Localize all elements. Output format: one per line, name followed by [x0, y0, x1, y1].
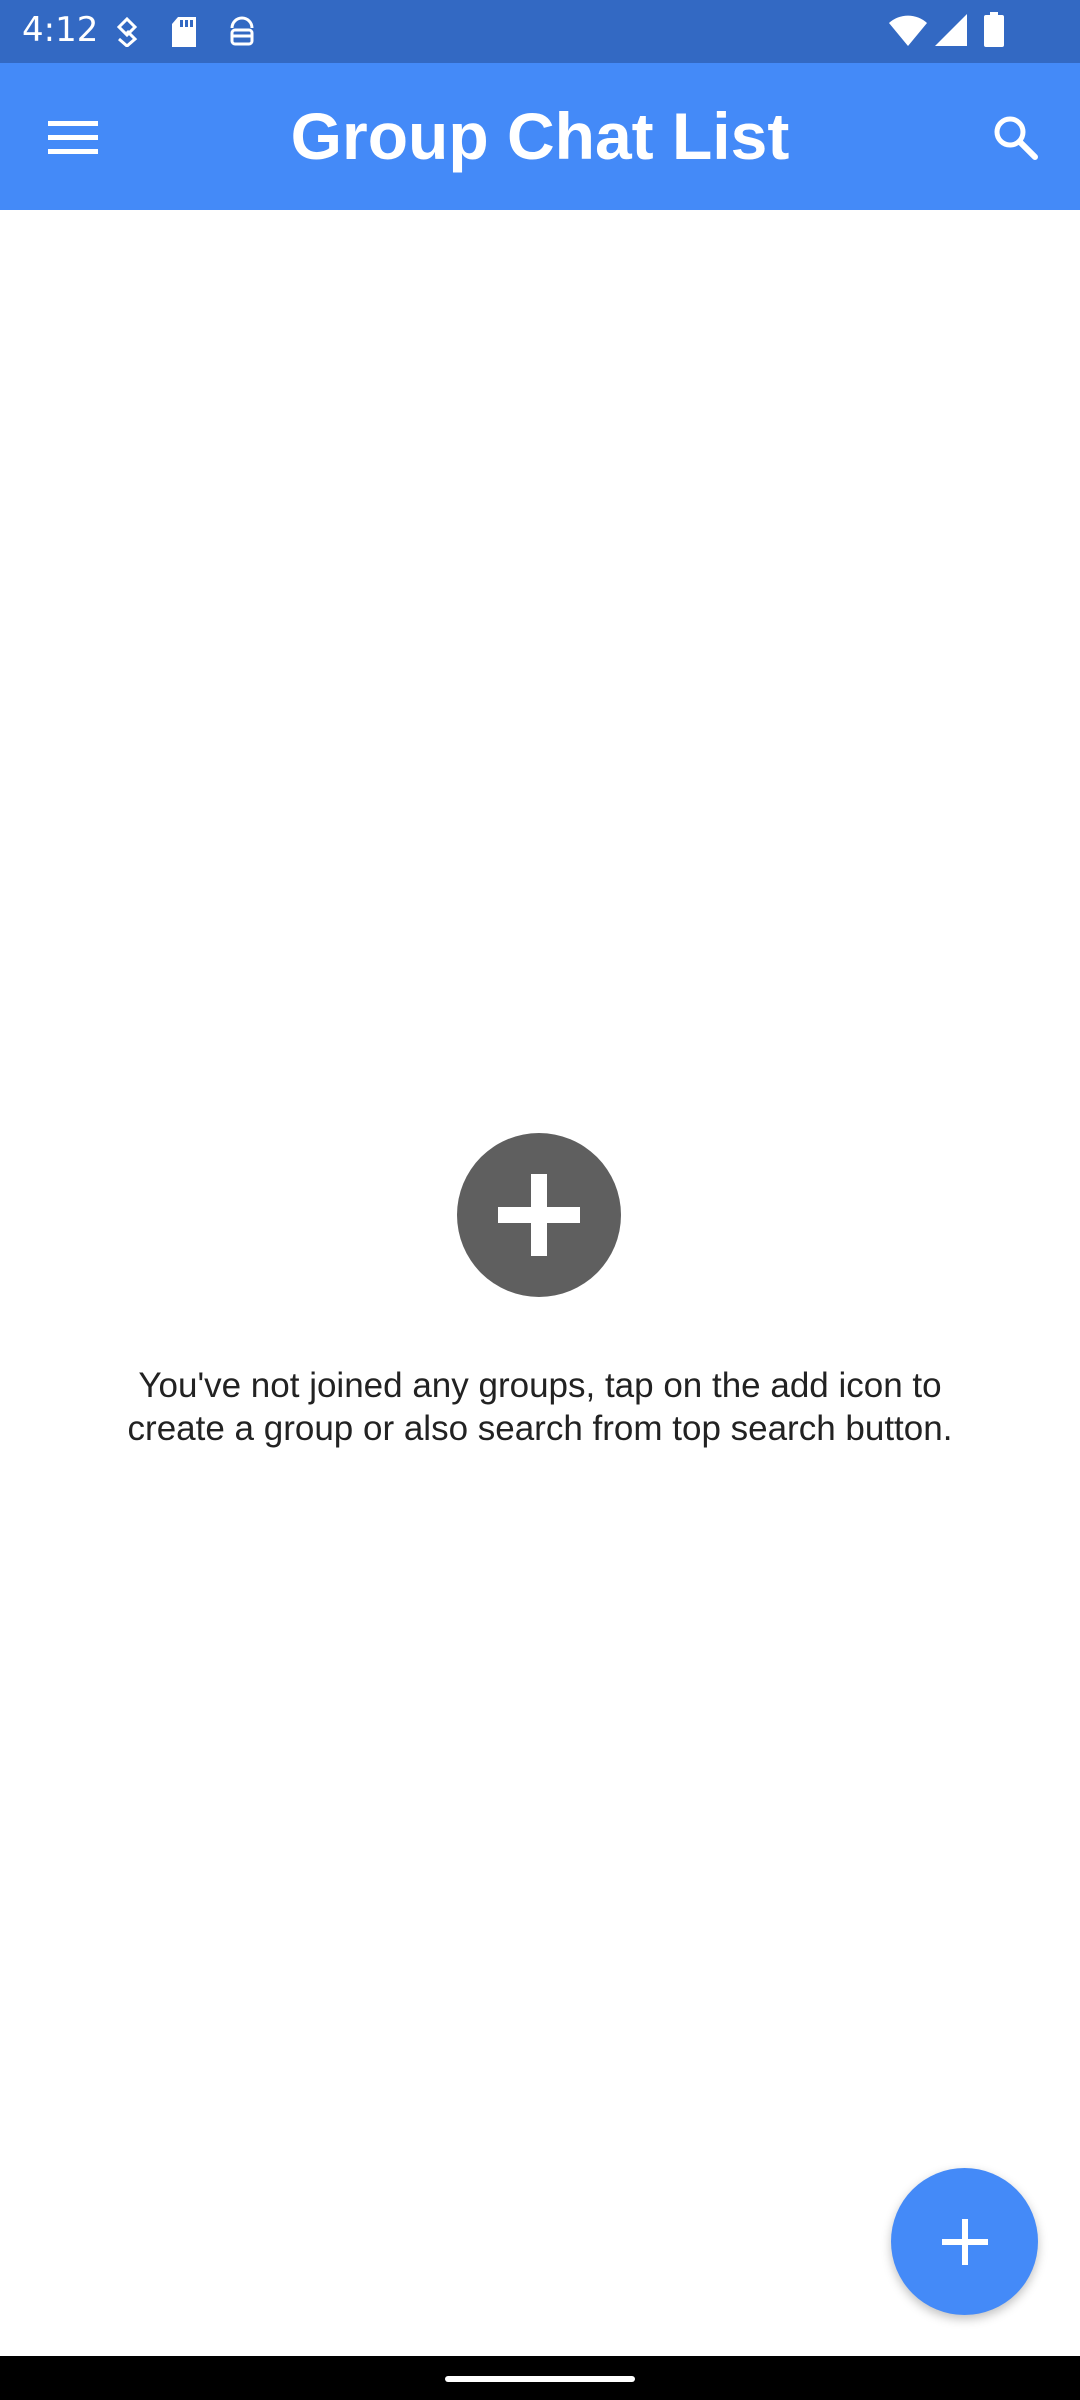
empty-state-message: You've not joined any groups, tap on the… [60, 1364, 1020, 1450]
plus-icon [941, 2218, 988, 2265]
data-saver-icon [116, 17, 138, 47]
battery-icon [984, 12, 1004, 47]
hamburger-menu-icon [48, 121, 98, 154]
search-icon [994, 116, 1038, 160]
add-circle-icon [498, 1174, 580, 1256]
create-group-fab[interactable] [891, 2168, 1038, 2315]
android-debug-icon [230, 16, 254, 46]
page-title: Group Chat List [290, 99, 790, 173]
signal-icon [935, 14, 967, 46]
empty-state-add-button[interactable] [457, 1133, 621, 1297]
app-bar: Group Chat List [0, 63, 1080, 210]
home-gesture-handle[interactable] [445, 2376, 635, 2382]
wifi-icon [889, 15, 927, 46]
status-bar: 4:12 [0, 0, 1080, 63]
system-navigation-bar [0, 2356, 1080, 2400]
search-button[interactable] [975, 101, 1055, 173]
empty-state-message-line2: create a group or also search from top s… [127, 1409, 953, 1448]
menu-button[interactable] [33, 101, 113, 173]
sd-card-icon [172, 17, 196, 47]
status-time: 4:12 [22, 10, 99, 50]
empty-state-message-line1: You've not joined any groups, tap on the… [138, 1366, 942, 1405]
